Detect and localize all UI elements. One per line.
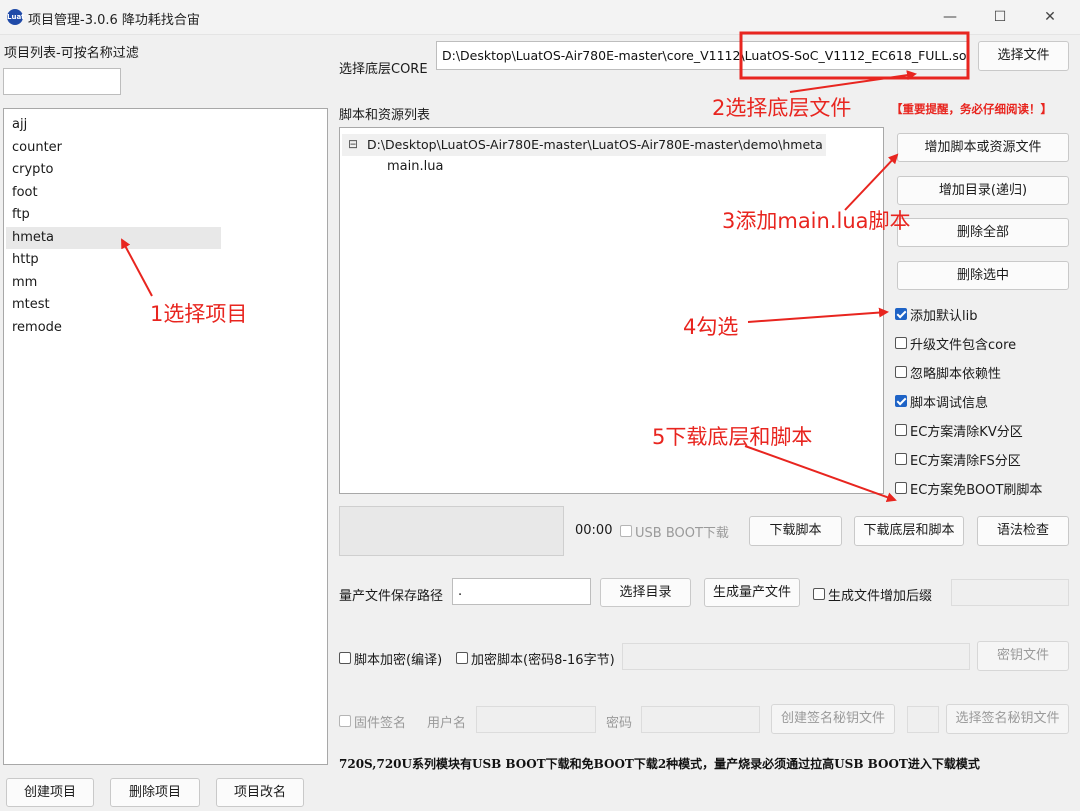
annotation-arrows [121, 31, 970, 502]
arrow-step1 [121, 238, 153, 297]
arrow-step5 [744, 445, 897, 502]
annotation-step1: 1选择项目 [150, 302, 248, 326]
annotation-step5: 5下载底层和脚本 [652, 425, 813, 449]
core-highlight-box [739, 31, 970, 80]
annotation-step2: 2选择底层文件 [712, 96, 852, 120]
arrow-step4 [747, 307, 889, 323]
annotation-step4: 4勾选 [683, 315, 739, 339]
annotation-step3: 3添加main.lua脚本 [722, 209, 911, 233]
arrow-step3 [844, 153, 899, 211]
